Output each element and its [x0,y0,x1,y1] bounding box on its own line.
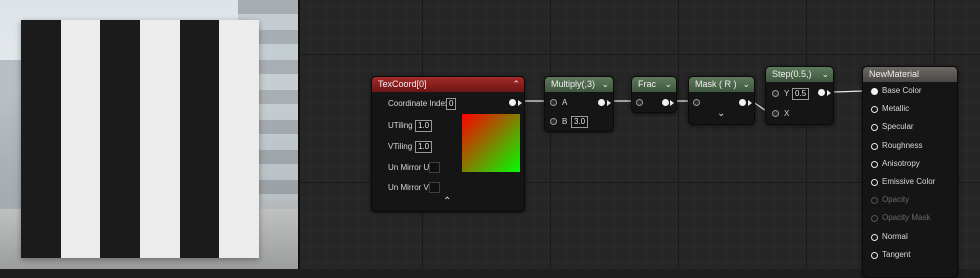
material-input-label: Normal [882,231,908,241]
stripe-light [219,20,260,258]
material-input-pin [871,215,878,223]
material-input-pin[interactable] [871,106,878,114]
collapse-advanced-icon[interactable]: ⌃ [443,196,451,207]
material-node-title: NewMaterial [869,69,920,79]
mask-output-pin[interactable] [739,99,746,106]
material-input-label: Anisotropy [882,158,920,168]
expand-options-icon[interactable]: ⌄ [717,108,725,119]
frac-node-header[interactable]: Frac ⌄ [632,77,676,92]
stripe-dark [21,20,61,258]
multiply-input-a-pin[interactable] [550,99,557,106]
material-input-pin[interactable] [871,160,878,168]
unmirror-u-checkbox[interactable] [429,162,440,173]
material-input-label: Base Color [882,86,922,95]
material-input-label: Specular [882,122,914,132]
material-input-label: Opacity Mask [882,213,931,223]
material-input-pin [871,197,878,205]
chevron-up-icon[interactable]: ⌃ [512,77,520,92]
texcoord-output-pin[interactable] [509,99,516,106]
step-output-pin[interactable] [818,89,825,96]
multiply-node[interactable]: Multiply(,3) ⌄ A B 3.0 [544,76,614,132]
material-result-node[interactable]: NewMaterial Base Color Metallic Specular Ro… [862,66,958,278]
utiling-label: UTiling [388,121,413,130]
chevron-down-icon[interactable]: ⌄ [742,77,750,92]
step-node-title: Step(0.5,) [772,69,812,79]
texcoord-node-title: TexCoord[0] [378,79,427,89]
output-arrow-icon [607,100,611,106]
multiply-input-b-label: B [562,117,568,126]
texcoord-node-header[interactable]: TexCoord[0] ⌃ [372,77,524,92]
texcoord-node[interactable]: TexCoord[0] ⌃ Coordinate Index 0 UTiling… [371,76,525,212]
chevron-down-icon[interactable]: ⌄ [821,67,829,82]
material-preview-viewport[interactable] [0,0,298,269]
output-arrow-icon [827,90,831,96]
material-input-label: Roughness [882,140,923,150]
output-arrow-icon [518,100,522,106]
output-arrow-icon [670,100,674,106]
frac-node[interactable]: Frac ⌄ [631,76,677,113]
material-input-label: Emissive Color [882,177,936,186]
multiply-input-a-label: A [562,98,568,107]
mask-node-title: Mask ( R ) [695,79,737,89]
frac-output-pin[interactable] [662,99,669,106]
step-node-header[interactable]: Step(0.5,) ⌄ [766,67,833,82]
mask-node[interactable]: Mask ( R ) ⌄ ⌄ [688,76,755,125]
step-input-y-pin[interactable] [772,90,779,97]
step-y-value-field[interactable]: 0.5 [792,88,810,100]
stripe-dark [100,20,141,258]
material-input-label: Opacity [882,195,910,205]
stripe-dark [179,20,220,258]
material-input-label: Metallic [882,104,910,114]
material-input-pin[interactable] [871,233,878,241]
multiply-output-pin[interactable] [598,99,605,106]
frac-node-title: Frac [638,79,656,89]
material-input-pin[interactable] [871,88,878,95]
material-input-pin[interactable] [871,179,878,186]
chevron-down-icon[interactable]: ⌄ [664,77,672,92]
stripe-light [60,20,101,258]
step-node[interactable]: Step(0.5,) ⌄ Y 0.5 X [765,66,834,125]
multiply-b-value-field[interactable]: 3.0 [571,116,589,128]
material-node-header[interactable]: NewMaterial [863,67,957,82]
texcoord-preview-thumbnail [462,114,520,172]
chevron-down-icon[interactable]: ⌄ [601,77,609,92]
unmirror-v-label: Un Mirror V [388,183,429,192]
material-input-label: Tangent [882,249,911,259]
multiply-input-b-pin[interactable] [550,118,557,125]
step-input-y-label: Y [784,89,790,98]
unmirror-v-checkbox[interactable] [429,182,440,193]
stripe-light [140,20,180,258]
vtiling-label: VTiling [388,142,413,151]
step-input-x-label: X [784,109,790,118]
unmirror-u-label: Un Mirror U [388,163,430,172]
coordinate-index-field[interactable]: 0 [446,98,457,110]
utiling-field[interactable]: 1.0 [415,120,433,132]
multiply-node-header[interactable]: Multiply(,3) ⌄ [545,77,613,92]
mask-node-header[interactable]: Mask ( R ) ⌄ [689,77,754,92]
preview-plane-stripes [21,20,260,258]
mask-input-pin[interactable] [693,99,700,106]
vtiling-field[interactable]: 1.0 [415,141,433,153]
coordinate-index-label: Coordinate Index [388,99,449,108]
step-input-x-pin[interactable] [772,110,779,117]
frac-input-pin[interactable] [636,99,643,106]
material-input-pin[interactable] [871,124,878,132]
multiply-node-title: Multiply(,3) [551,79,596,89]
output-arrow-icon [748,100,752,106]
material-input-pin[interactable] [871,142,878,150]
material-input-pin[interactable] [871,251,878,259]
